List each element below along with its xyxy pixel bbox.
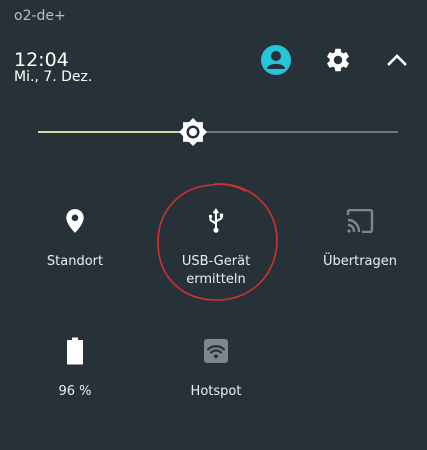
- usb-icon: [208, 208, 224, 233]
- tile-usb-label-line2: ermitteln: [186, 272, 246, 287]
- brightness-fill: [38, 131, 193, 133]
- tile-usb-debugging[interactable]: USB-Gerät ermitteln: [161, 206, 271, 316]
- date-label[interactable]: Mi., 7. Dez.: [14, 68, 92, 86]
- tile-usb-label-line1: USB-Gerät: [181, 254, 251, 269]
- tile-cast[interactable]: Übertragen: [305, 206, 415, 316]
- account-button[interactable]: [258, 42, 294, 78]
- tile-battery-label: 96 %: [58, 384, 92, 399]
- tile-hotspot-label: Hotspot: [190, 384, 242, 399]
- chevron-up-icon: [387, 54, 407, 66]
- tile-usb-debugging-label: USB-Gerät ermitteln: [182, 253, 250, 289]
- tile-cast-label: Übertragen: [322, 254, 397, 269]
- cast-icon: [346, 209, 374, 233]
- collapse-button[interactable]: [379, 42, 415, 78]
- account-icon: [261, 45, 291, 75]
- tile-location[interactable]: Standort: [20, 206, 130, 316]
- settings-button[interactable]: [320, 42, 356, 78]
- brightness-icon: [178, 118, 207, 146]
- battery-icon: [67, 337, 83, 365]
- brightness-thumb[interactable]: [178, 117, 208, 147]
- gear-icon: [327, 48, 349, 72]
- location-pin-icon: [66, 209, 84, 233]
- tile-hotspot[interactable]: Hotspot: [161, 336, 271, 446]
- carrier-name: o2-de+: [14, 8, 66, 24]
- tile-battery[interactable]: 96 %: [20, 336, 130, 446]
- brightness-slider[interactable]: [38, 116, 398, 150]
- tile-location-label: Standort: [46, 254, 104, 269]
- wifi-hotspot-icon: [204, 339, 228, 363]
